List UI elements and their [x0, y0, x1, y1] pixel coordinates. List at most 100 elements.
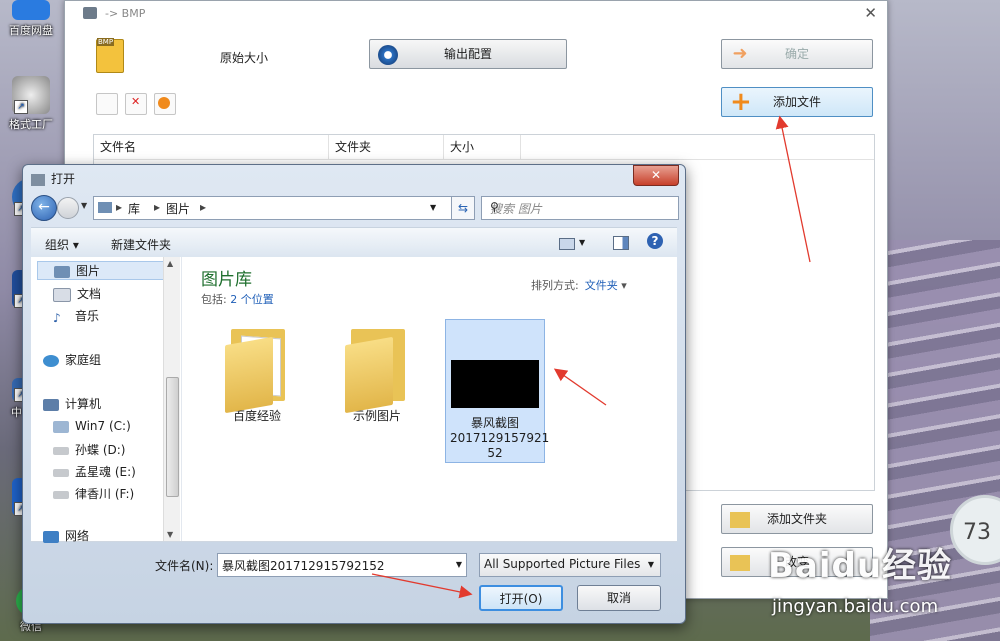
search-input[interactable]: 搜索 图片 ⚲ [481, 196, 679, 220]
nav-computer[interactable]: 计算机 [43, 395, 101, 412]
navigation-bar: ← ▼ ▸ 库 ▸ 图片 ▸ ▼ ⇆ 搜索 图片 ⚲ [31, 195, 679, 221]
item-name: 示例图片 [352, 409, 401, 423]
computer-icon [43, 398, 59, 411]
nav-drive-c[interactable]: Win7 (C:) [53, 419, 131, 433]
baidu-watermark: Baidu经验 [768, 546, 953, 586]
nav-drive-e[interactable]: 孟星魂 (E:) [53, 463, 136, 480]
view-icon[interactable] [559, 238, 575, 250]
column-filename[interactable]: 文件名 [94, 135, 329, 159]
arrow-right-icon: ➜ [732, 43, 748, 64]
original-size-label: 原始大小 [220, 51, 269, 65]
file-item-screenshot[interactable]: 暴风截图 2017129157921 52 [445, 319, 550, 463]
music-icon: ♪ [53, 310, 61, 325]
filetype-select[interactable]: All Supported Picture Files ▼ [479, 553, 661, 577]
chevron-right-icon: ▸ [116, 200, 123, 214]
forward-arrow-icon[interactable] [57, 197, 79, 219]
network-icon [43, 530, 59, 543]
chevron-right-icon: ▸ [200, 200, 207, 214]
dialog-title-bar: 打开 [31, 170, 75, 188]
image-thumbnail [451, 360, 539, 408]
ok-button[interactable]: ➜ 确定 [721, 39, 873, 69]
filename-label: 文件名(N): [155, 559, 214, 573]
folder-icon [730, 555, 750, 571]
chevron-down-icon: ▼ [647, 560, 654, 569]
open-file-dialog: 打开 ✕ ← ▼ ▸ 库 ▸ 图片 ▸ ▼ ⇆ 搜索 图片 ⚲ 组织 ▾ 新建文… [22, 164, 686, 624]
open-button[interactable]: 打开(O) [479, 585, 563, 611]
watermark-url: jingyan.baidu.com [772, 596, 939, 617]
dialog-content: 图片 文档 ♪ 音乐 家庭组 计算机 Win7 (C:) 孙蝶 (D:) 孟星魂 … [31, 257, 677, 544]
scrollbar-thumb[interactable] [166, 377, 179, 497]
item-name: 百度经验 [232, 409, 281, 423]
cancel-button[interactable]: 取消 [577, 585, 661, 611]
desktop-icon-baidu-netdisk[interactable]: 百度网盘 [0, 0, 62, 38]
homegroup-icon [43, 354, 59, 367]
folder-icon [225, 323, 289, 414]
pictures-icon [54, 265, 70, 278]
library-includes: 包括: 2 个位置 [201, 293, 274, 306]
add-file-button[interactable]: + 添加文件 [721, 87, 873, 117]
nav-documents[interactable]: 文档 [53, 285, 101, 302]
nav-drive-f[interactable]: 律香川 (F:) [53, 485, 134, 502]
dialog-title: 打开 [51, 172, 76, 186]
nav-pane-scrollbar[interactable]: ▲ ▼ [163, 257, 180, 541]
help-icon[interactable]: ? [647, 233, 663, 249]
back-arrow-icon[interactable]: ← [31, 195, 57, 221]
nav-homegroup[interactable]: 家庭组 [43, 351, 101, 368]
folder-icon [345, 323, 409, 414]
play-icon[interactable] [154, 93, 176, 115]
breadcrumb-library[interactable]: 库 [128, 200, 140, 217]
nav-pictures[interactable]: 图片 [37, 261, 175, 280]
arrange-by[interactable]: 排列方式: 文件夹 ▾ [531, 277, 627, 293]
organize-menu[interactable]: 组织 ▾ [45, 236, 79, 253]
address-dropdown-icon[interactable]: ▼ [430, 203, 436, 212]
clear-list-icon[interactable]: ✕ [125, 93, 147, 115]
navigation-pane: 图片 文档 ♪ 音乐 家庭组 计算机 Win7 (C:) 孙蝶 (D:) 孟星魂 … [31, 257, 182, 544]
locations-link[interactable]: 2 个位置 [230, 293, 274, 306]
app-title: -> BMP [105, 7, 146, 20]
nav-drive-d[interactable]: 孙蝶 (D:) [53, 441, 125, 458]
documents-icon [53, 287, 71, 302]
history-dropdown-icon[interactable]: ▼ [81, 201, 87, 210]
app-close-icon[interactable]: ✕ [864, 4, 877, 22]
drive-icon [53, 446, 69, 455]
desktop-icon-format-factory[interactable]: ↗ 格式工厂 [0, 76, 62, 132]
remove-file-icon[interactable] [96, 93, 118, 115]
column-folder[interactable]: 文件夹 [329, 135, 444, 159]
scroll-up-icon[interactable]: ▲ [167, 259, 173, 268]
dialog-icon [31, 173, 45, 186]
dialog-close-button[interactable]: ✕ [633, 165, 679, 186]
breadcrumb-pictures[interactable]: 图片 [166, 200, 190, 217]
filename-input[interactable]: 暴风截图201712915792152 ▼ [217, 553, 467, 577]
folder-item-sample-pictures[interactable]: 示例图片 [327, 319, 427, 463]
drive-icon [53, 420, 69, 433]
bmp-format-icon [96, 38, 124, 73]
item-name: 暴风截图 2017129157921 52 [450, 416, 550, 460]
chevron-right-icon: ▸ [154, 200, 161, 214]
app-title-bar: -> BMP ✕ [65, 1, 887, 27]
nav-music[interactable]: ♪ 音乐 [53, 307, 99, 325]
output-config-button[interactable]: 输出配置 [369, 39, 567, 69]
gear-icon [378, 45, 398, 65]
plus-icon: + [730, 87, 752, 117]
view-dropdown-icon[interactable]: ▼ [579, 238, 585, 247]
folder-add-icon [730, 512, 750, 528]
filename-dropdown-icon[interactable]: ▼ [456, 560, 462, 569]
library-title: 图片库 [201, 270, 252, 290]
library-icon [98, 202, 112, 213]
refresh-icon[interactable]: ⇆ [451, 196, 475, 220]
address-bar[interactable]: ▸ 库 ▸ 图片 ▸ ▼ [93, 196, 469, 220]
dialog-bottom-bar: 文件名(N): 暴风截图201712915792152 ▼ All Suppor… [31, 545, 677, 617]
preview-pane-icon[interactable] [613, 236, 629, 250]
add-folder-button[interactable]: 添加文件夹 [721, 504, 873, 534]
folder-item-baidu[interactable]: 百度经验 [207, 319, 307, 463]
scroll-down-icon[interactable]: ▼ [167, 530, 173, 539]
drive-icon [53, 490, 69, 499]
app-window-icon [83, 7, 97, 19]
new-folder-button[interactable]: 新建文件夹 [111, 236, 171, 253]
nav-network[interactable]: 网络 [43, 527, 89, 544]
drive-icon [53, 468, 69, 477]
column-size[interactable]: 大小 [444, 135, 521, 159]
format-factory-icon: ↗ [12, 76, 50, 114]
command-bar: 组织 ▾ 新建文件夹 ▼ ? [31, 227, 677, 259]
search-icon: ⚲ [490, 200, 499, 214]
